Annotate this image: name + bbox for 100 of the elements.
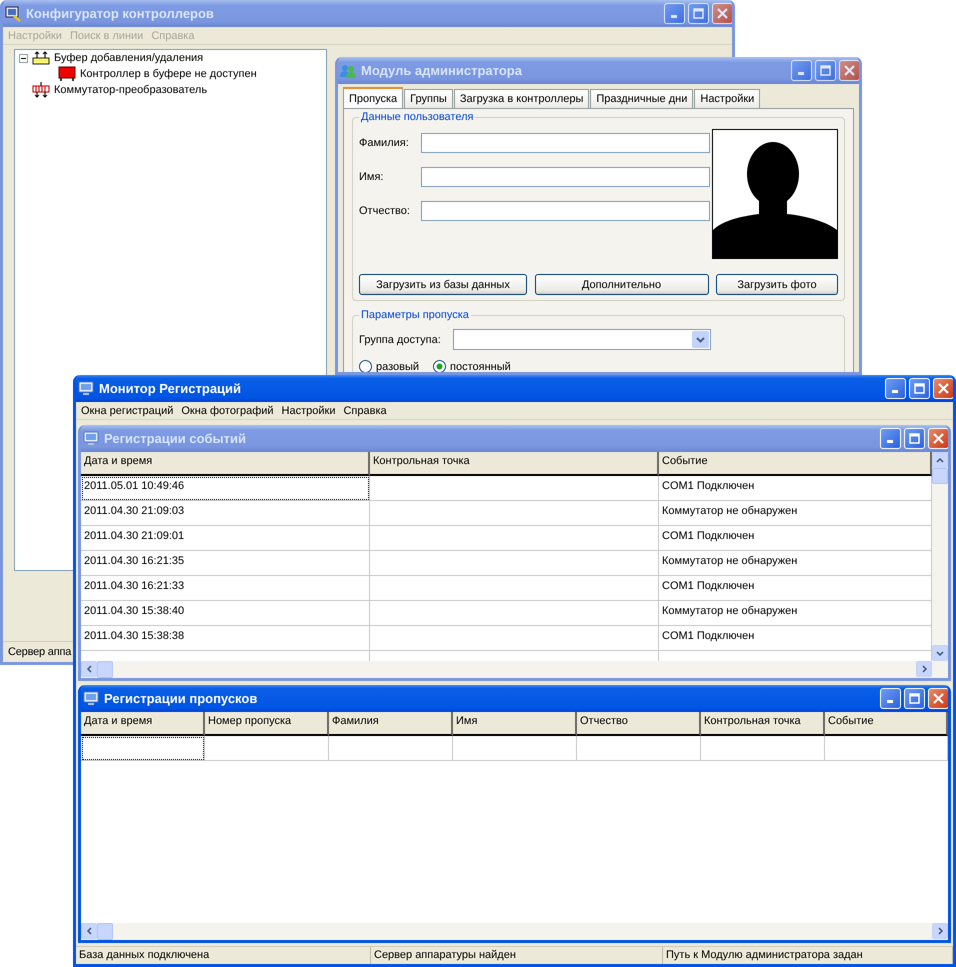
table-cell: COM1 Подключен <box>659 626 932 651</box>
field-label: Отчество: <box>359 205 411 217</box>
close-button[interactable] <box>928 428 948 449</box>
close-icon <box>938 383 949 394</box>
column-header[interactable]: Событие <box>659 452 932 476</box>
table-cell: 2011.04.30 15:38:38 <box>81 626 370 651</box>
close-button[interactable] <box>712 3 732 24</box>
status-panel: Сервер аппаратуры найден <box>371 947 663 964</box>
window-title: Конфигуратор контроллеров <box>26 6 215 21</box>
maximize-button[interactable] <box>815 60 836 81</box>
group-label: Параметры пропуска <box>360 309 470 321</box>
scroll-thumb[interactable] <box>932 468 948 484</box>
monitor-icon <box>83 430 99 446</box>
maximize-button[interactable] <box>909 378 930 399</box>
radio-button[interactable]: постоянный <box>433 360 511 372</box>
input-field[interactable] <box>421 133 710 153</box>
close-icon <box>933 433 944 444</box>
table-cell: COM1 Подключен <box>659 476 932 501</box>
window-title: Регистрации событий <box>104 431 247 446</box>
horizontal-scrollbar[interactable] <box>81 923 948 940</box>
tree-item[interactable]: Коммутатор-преобразователь <box>54 84 208 96</box>
column-header[interactable]: Контрольная точка <box>701 712 825 736</box>
dropdown-field[interactable] <box>453 329 711 350</box>
horizontal-scrollbar[interactable] <box>81 661 948 678</box>
buffer-icon <box>32 51 50 65</box>
minimize-button[interactable] <box>880 428 901 449</box>
menu-item[interactable]: Окна регистраций <box>80 405 174 417</box>
column-header[interactable]: Имя <box>453 712 577 736</box>
maximize-button[interactable] <box>688 3 709 24</box>
group-label: Данные пользователя <box>360 111 474 123</box>
close-button[interactable] <box>839 60 859 81</box>
users-icon <box>340 62 356 78</box>
table-cell: Коммутатор не обнаружен <box>659 501 932 526</box>
scroll-left-button[interactable] <box>81 923 97 939</box>
field-label: Имя: <box>359 171 384 183</box>
minimize-button[interactable] <box>791 60 812 81</box>
menu-item[interactable]: Справка <box>342 405 388 417</box>
collapse-toggle[interactable] <box>19 54 28 62</box>
close-icon <box>933 693 944 704</box>
minimize-button[interactable] <box>664 3 685 24</box>
controller-icon <box>58 66 76 82</box>
maximize-icon <box>820 65 831 76</box>
menu-item[interactable]: Окна фотографий <box>180 405 275 417</box>
chevron-down-icon <box>936 650 944 656</box>
table-cell: 2011.04.30 21:09:01 <box>81 526 370 551</box>
converter-icon <box>32 82 50 98</box>
status-panel: База данных подключена <box>76 947 371 964</box>
maximize-icon <box>909 693 920 704</box>
scroll-right-button[interactable] <box>932 923 948 939</box>
minimize-button[interactable] <box>885 378 906 399</box>
tab[interactable]: Группы <box>404 89 453 108</box>
tab[interactable]: Настройки <box>694 89 760 108</box>
status-text: Сервер аппа <box>8 646 72 658</box>
close-button[interactable] <box>933 378 953 399</box>
scroll-down-button[interactable] <box>932 645 948 661</box>
close-icon <box>717 8 728 19</box>
action-button[interactable]: Загрузить из базы данных <box>359 274 527 295</box>
chevron-right-icon <box>938 927 942 935</box>
column-header[interactable]: Контрольная точка <box>370 452 659 476</box>
close-button[interactable] <box>928 688 948 709</box>
tab[interactable]: Пропуска <box>343 87 404 108</box>
scroll-right-button[interactable] <box>916 661 932 677</box>
tab[interactable]: Загрузка в контроллеры <box>454 89 590 108</box>
menu-item[interactable]: Настройки <box>280 405 336 417</box>
window-title: Модуль администратора <box>361 63 523 78</box>
input-field[interactable] <box>421 201 710 221</box>
scroll-thumb[interactable] <box>97 661 113 678</box>
input-field[interactable] <box>421 167 710 187</box>
table-cell: 2011.04.30 15:38:40 <box>81 601 370 626</box>
column-header[interactable]: Дата и время <box>81 452 370 476</box>
minimize-button[interactable] <box>880 688 901 709</box>
tree-item[interactable]: Буфер добавления/удаления <box>54 52 204 64</box>
column-header[interactable]: Дата и время <box>81 712 205 736</box>
field-label: Фамилия: <box>359 137 410 149</box>
tree-item[interactable]: Контроллер в буфере не доступен <box>80 68 257 80</box>
computer-icon <box>5 6 21 22</box>
column-header[interactable]: Событие <box>825 712 948 736</box>
action-button[interactable]: Дополнительно <box>534 274 708 295</box>
chevron-right-icon <box>922 665 926 673</box>
maximize-button[interactable] <box>904 688 925 709</box>
action-button[interactable]: Загрузить фото <box>716 274 838 295</box>
table-cell: 2011.04.30 16:21:33 <box>81 576 370 601</box>
radio-button[interactable]: разовый <box>359 360 420 372</box>
tab[interactable]: Праздничные дни <box>590 89 694 108</box>
vertical-scrollbar[interactable] <box>932 452 948 661</box>
close-icon <box>844 65 855 76</box>
window-title: Монитор Регистраций <box>99 381 242 396</box>
status-panel: Путь к Модулю администратора задан <box>663 947 953 964</box>
maximize-icon <box>693 8 704 19</box>
monitor-icon <box>83 690 99 706</box>
column-header[interactable]: Номер пропуска <box>205 712 329 736</box>
column-header[interactable]: Фамилия <box>329 712 453 736</box>
window-title: Регистрации пропусков <box>104 691 258 706</box>
table-cell: COM1 Подключен <box>659 526 932 551</box>
table-cell: 2011.05.01 10:49:46 <box>81 476 370 501</box>
maximize-button[interactable] <box>904 428 925 449</box>
scroll-up-button[interactable] <box>932 452 948 468</box>
scroll-thumb[interactable] <box>97 923 113 940</box>
scroll-left-button[interactable] <box>81 661 97 677</box>
column-header[interactable]: Отчество <box>577 712 701 736</box>
